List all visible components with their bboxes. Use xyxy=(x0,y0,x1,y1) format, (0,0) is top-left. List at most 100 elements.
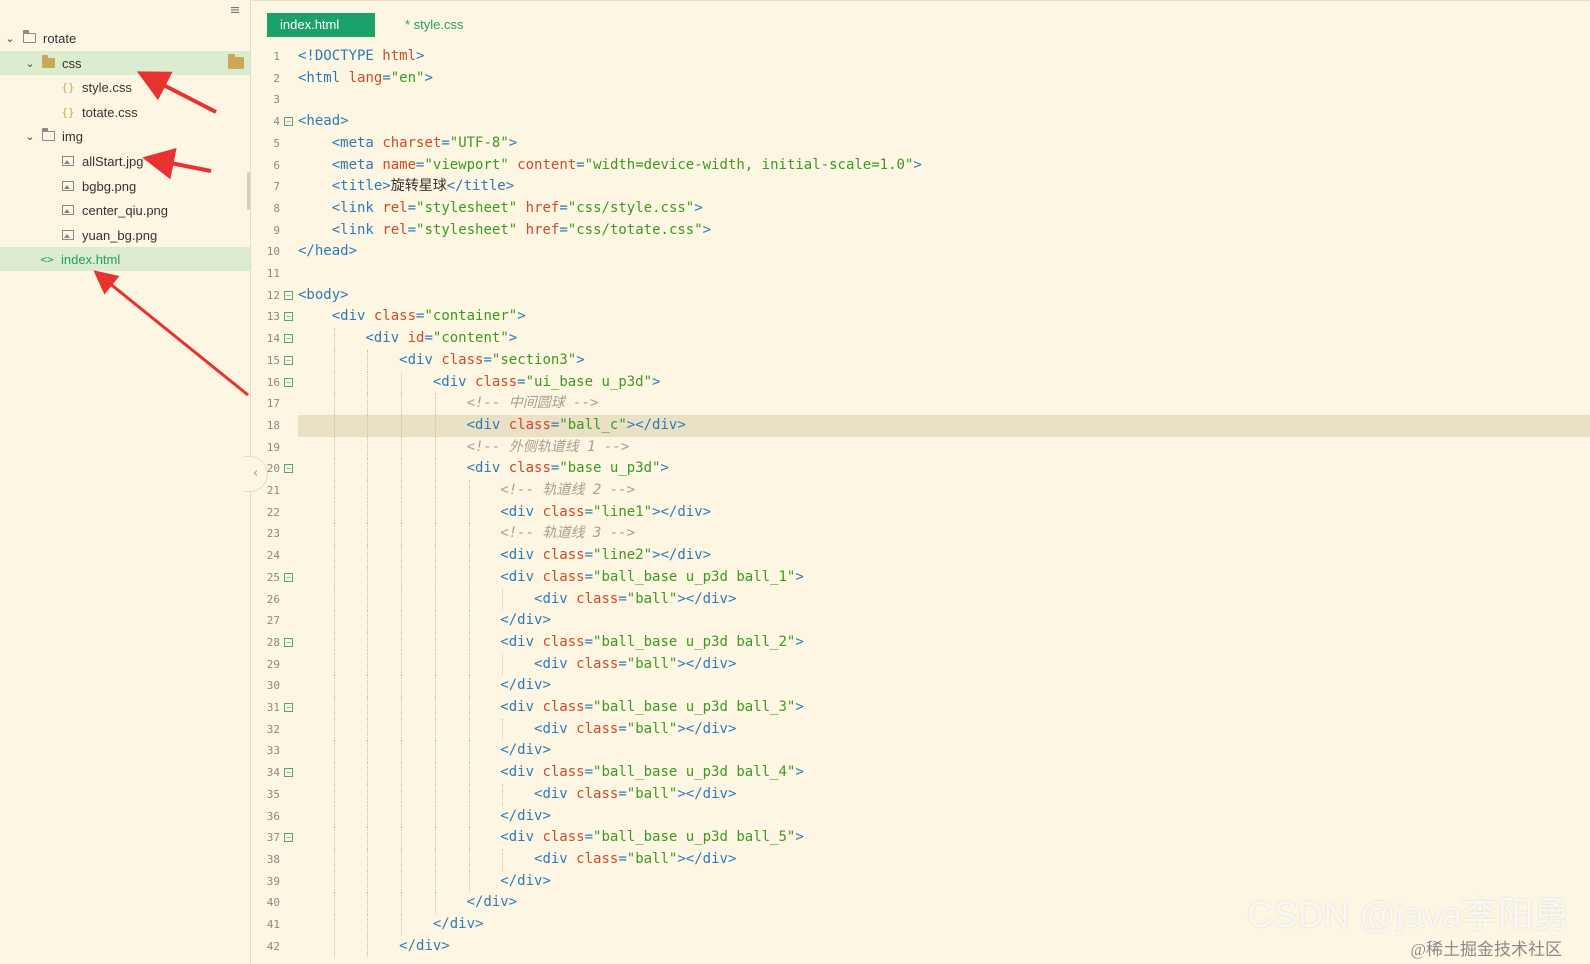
line-number: 13 xyxy=(266,310,280,324)
chevron-down-icon[interactable]: ⌄ xyxy=(23,130,37,143)
code-line[interactable]: 8 <link rel="stylesheet" href="css/style… xyxy=(252,198,1590,220)
code-line[interactable]: 2 <html lang="en"> xyxy=(252,68,1590,90)
fold-toggle-icon[interactable]: − xyxy=(284,290,293,300)
code-line[interactable]: 15− <div class="section3"> xyxy=(252,349,1590,372)
code-line[interactable]: 26 <div class="ball"></div> xyxy=(252,588,1590,611)
indent-guide xyxy=(468,545,470,567)
code-line[interactable]: 29 <div class="ball"></div> xyxy=(252,653,1590,676)
open-folder-icon[interactable] xyxy=(228,54,244,69)
code-line[interactable]: 32 <div class="ball"></div> xyxy=(252,718,1590,741)
indent-guide xyxy=(333,436,335,459)
code-line[interactable]: 6 <meta name="viewport" content="width=d… xyxy=(252,155,1590,177)
sidebar-scrollbar[interactable] xyxy=(247,172,250,210)
code-line[interactable]: 11 xyxy=(252,263,1590,285)
code-text: <div class="ball_base u_p3d ball_4"> xyxy=(298,762,1590,784)
tree-item-css[interactable]: ⌄ css xyxy=(0,51,250,75)
indent-guide xyxy=(367,631,369,654)
indent-guide xyxy=(401,523,403,546)
tab-index-html[interactable]: index.html xyxy=(267,13,375,37)
indent-guide xyxy=(367,371,369,394)
code-line[interactable]: 13− <div class="container"> xyxy=(252,306,1590,328)
indent-guide xyxy=(401,414,403,437)
fold-toggle-icon[interactable]: − xyxy=(284,377,293,387)
code-line[interactable]: 4− <head> xyxy=(252,111,1590,133)
fold-toggle-icon[interactable]: − xyxy=(284,768,293,778)
fold-toggle-icon[interactable]: − xyxy=(284,334,293,344)
tree-item-totate-css[interactable]: {} totate.css xyxy=(0,100,250,124)
tab-style-css[interactable]: * style.css xyxy=(392,13,477,37)
code-line[interactable]: 9 <link rel="stylesheet" href="css/totat… xyxy=(252,220,1590,242)
code-line[interactable]: 31− <div class="ball_base u_p3d ball_3"> xyxy=(252,697,1590,719)
line-number: 17 xyxy=(266,397,280,411)
code-line[interactable]: 21 <!-- 轨道线 2 --> xyxy=(252,480,1590,502)
tree-item-style-css[interactable]: {} style.css xyxy=(0,75,250,99)
code-line[interactable]: 17 <!-- 中间圆球 --> xyxy=(252,393,1590,415)
code-line[interactable]: 12− <body> xyxy=(252,285,1590,307)
code-line[interactable]: 28− <div class="ball_base u_p3d ball_2"> xyxy=(252,631,1590,654)
project-folder-icon xyxy=(21,30,37,45)
code-line[interactable]: 24 <div class="line2"></div> xyxy=(252,545,1590,567)
code-line[interactable]: 27 </div> xyxy=(252,610,1590,632)
fold-toggle-icon[interactable]: − xyxy=(284,312,293,322)
tree-item-yuan-bg-png[interactable]: yuan_bg.png xyxy=(0,223,250,247)
code-line[interactable]: 7 <title>旋转星球</title> xyxy=(252,176,1590,198)
indent-guide xyxy=(367,697,369,719)
fold-toggle-icon[interactable]: − xyxy=(284,703,293,712)
tree-item-label: style.css xyxy=(82,79,132,95)
code-content: </div> xyxy=(500,677,551,694)
indent-guide xyxy=(434,501,436,524)
fold-toggle-icon[interactable]: − xyxy=(284,355,293,365)
fold-toggle-icon[interactable]: − xyxy=(284,833,293,843)
indent-guide xyxy=(367,349,369,372)
code-line[interactable]: 18 <div class="ball_c"></div> xyxy=(252,414,1590,437)
indent-guide xyxy=(434,588,436,611)
code-content: </div> xyxy=(432,916,484,932)
tree-item-index-html[interactable]: <> index.html xyxy=(0,247,250,271)
hamburger-menu-icon[interactable]: ≡ xyxy=(228,4,242,18)
tree-item-bgbg-png[interactable]: bgbg.png xyxy=(0,174,250,198)
code-line[interactable]: 14− <div id="content"> xyxy=(252,328,1590,350)
code-editor[interactable]: 1 <!DOCTYPE html> 2 <html lang="en"> 3 4− <hea… xyxy=(252,46,1590,964)
fold-toggle-icon[interactable]: − xyxy=(284,117,293,127)
tree-item-rotate[interactable]: ⌄ rotate xyxy=(0,26,250,50)
chevron-down-icon[interactable]: ⌄ xyxy=(23,57,37,70)
fold-toggle-icon[interactable]: − xyxy=(284,637,293,647)
code-line[interactable]: 25− <div class="ball_base u_p3d ball_1"> xyxy=(252,566,1590,589)
indent-guide xyxy=(468,566,470,589)
code-line[interactable]: 22 <div class="line1"></div> xyxy=(252,501,1590,524)
code-line[interactable]: 5 <meta charset="UTF-8"> xyxy=(252,133,1590,155)
code-line[interactable]: 36 </div> xyxy=(252,805,1590,828)
code-line[interactable]: 19 <!-- 外侧轨道线 1 --> xyxy=(252,436,1590,459)
code-line[interactable]: 20− <div class="base u_p3d"> xyxy=(252,458,1590,480)
code-line[interactable]: 35 <div class="ball"></div> xyxy=(252,783,1590,806)
code-text: <div id="content"> xyxy=(298,328,1590,350)
code-line[interactable]: 10 </head> xyxy=(252,241,1590,263)
code-line[interactable]: 16− <div class="ui_base u_p3d"> xyxy=(252,371,1590,394)
fold-toggle-icon[interactable]: − xyxy=(284,572,293,582)
tree-item-allstart-jpg[interactable]: allStart.jpg xyxy=(0,149,250,173)
tree-item-center-qiu-png[interactable]: center_qiu.png xyxy=(0,198,250,222)
code-line[interactable]: 42 </div> xyxy=(252,935,1590,958)
code-line[interactable]: 23 <!-- 轨道线 3 --> xyxy=(252,523,1590,546)
code-text: <div class="ball_c"></div> xyxy=(298,414,1590,437)
code-line[interactable]: 38 <div class="ball"></div> xyxy=(252,848,1590,871)
indent-guide xyxy=(401,892,403,914)
code-line[interactable]: 33 </div> xyxy=(252,740,1590,763)
indent-guide xyxy=(367,501,369,524)
code-line[interactable]: 30 </div> xyxy=(252,675,1590,697)
chevron-down-icon[interactable]: ⌄ xyxy=(3,32,17,45)
code-line[interactable]: 1 <!DOCTYPE html> xyxy=(252,46,1590,68)
indent-guide xyxy=(502,783,504,806)
code-line[interactable]: 37− <div class="ball_base u_p3d ball_5"> xyxy=(252,827,1590,849)
tree-item-img[interactable]: ⌄ img xyxy=(0,124,250,148)
code-line[interactable]: 3 xyxy=(252,89,1590,111)
code-line[interactable]: 34− <div class="ball_base u_p3d ball_4"> xyxy=(252,762,1590,784)
code-text: </div> xyxy=(298,610,1590,632)
fold-toggle-icon[interactable]: − xyxy=(284,464,293,474)
line-number: 41 xyxy=(266,918,280,931)
indent-guide xyxy=(468,480,470,502)
code-text: <div class="ball"></div> xyxy=(298,783,1590,806)
html-file-icon: <> xyxy=(40,252,54,266)
line-number: 34 xyxy=(266,766,280,780)
indent-guide xyxy=(401,762,403,784)
